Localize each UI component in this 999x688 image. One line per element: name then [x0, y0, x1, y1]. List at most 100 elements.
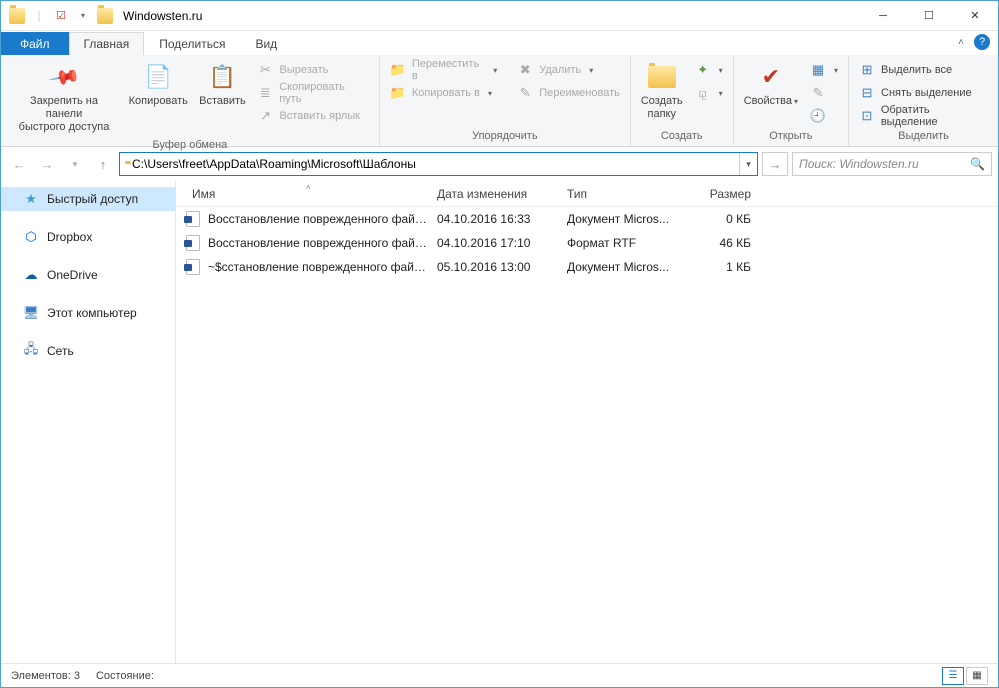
copy-to-button[interactable]: 📁Копировать в▾ — [386, 82, 501, 104]
delete-icon: ✖ — [517, 62, 533, 78]
qat-check-icon[interactable]: ☑ — [53, 8, 69, 24]
edit-icon: ✎ — [810, 85, 826, 101]
cloud-icon: ☁ — [23, 267, 39, 283]
file-row[interactable]: Восстановление поврежденного файл... 04.… — [176, 207, 998, 231]
word-file-icon — [184, 210, 202, 228]
open-icon: ▦ — [810, 62, 826, 78]
chevron-down-icon: ▾ — [589, 66, 593, 75]
maximize-button[interactable]: ☐ — [906, 1, 952, 31]
new-item-icon: ✦ — [695, 62, 711, 78]
window-controls: ─ ☐ ✕ — [860, 1, 998, 31]
history-button[interactable]: 🕘 — [806, 105, 842, 127]
address-dropdown[interactable]: ▾ — [739, 153, 757, 175]
move-to-button[interactable]: 📁Переместить в▾ — [386, 59, 501, 81]
status-bar: Элементов: 3 Состояние: ☰ ▦ — [1, 663, 998, 687]
nav-onedrive[interactable]: ☁OneDrive — [1, 263, 175, 287]
file-name: Восстановление поврежденного файл... — [208, 236, 429, 250]
view-icons-button[interactable]: ▦ — [966, 667, 988, 685]
file-row[interactable]: Восстановление поврежденного файл... 04.… — [176, 231, 998, 255]
new-folder-icon — [646, 61, 678, 93]
sort-arrow-icon: ˄ — [306, 183, 311, 192]
qat-divider: | — [31, 8, 47, 24]
open-button[interactable]: ▦▾ — [806, 59, 842, 81]
column-headers: ˄ Имя Дата изменения Тип Размер — [176, 181, 998, 207]
invert-selection-button[interactable]: ⊡Обратить выделение — [855, 105, 992, 127]
copy-button[interactable]: 📄 Копировать — [125, 59, 191, 137]
easy-access-icon: ⚼ — [695, 85, 711, 101]
nav-quick-access[interactable]: ★Быстрый доступ — [1, 187, 175, 211]
file-row[interactable]: ~$сстановление поврежденного файл... 05.… — [176, 255, 998, 279]
edit-button[interactable]: ✎ — [806, 82, 842, 104]
delete-button[interactable]: ✖Удалить▾ — [513, 59, 624, 81]
properties-button[interactable]: ✔ Свойства▾ — [740, 59, 802, 128]
paste-button[interactable]: 📋 Вставить — [195, 59, 249, 137]
up-button[interactable]: ↑ — [91, 152, 115, 176]
minimize-button[interactable]: ─ — [860, 1, 906, 31]
invert-icon: ⊡ — [859, 108, 875, 124]
copyto-icon: 📁 — [390, 85, 406, 101]
select-all-button[interactable]: ⊞Выделить все — [855, 59, 992, 81]
window-title: Windowsten.ru — [123, 9, 202, 23]
tab-share[interactable]: Поделиться — [144, 32, 240, 55]
history-icon: 🕘 — [810, 108, 826, 124]
col-type[interactable]: Тип — [559, 187, 679, 201]
star-icon: ★ — [23, 191, 39, 207]
new-item-button[interactable]: ✦▾ — [691, 59, 727, 81]
pin-icon: 📌 — [47, 60, 82, 95]
address-row: ← → ▾ ↑ ▾ → 🔍 — [1, 147, 998, 181]
cut-button[interactable]: ✂Вырезать — [253, 59, 372, 81]
collapse-ribbon-icon[interactable]: ˄ — [958, 37, 964, 48]
qat-dropdown-icon[interactable]: ▾ — [75, 8, 91, 24]
search-icon[interactable]: 🔍 — [970, 157, 985, 171]
file-name: ~$сстановление поврежденного файл... — [208, 260, 429, 274]
nav-this-pc[interactable]: 🖥Этот компьютер — [1, 301, 175, 325]
address-bar[interactable]: ▾ — [119, 152, 758, 176]
content: ★Быстрый доступ ⬡Dropbox ☁OneDrive 🖥Этот… — [1, 181, 998, 663]
pin-button[interactable]: 📌 Закрепить на панели быстрого доступа — [7, 59, 121, 137]
status-state: Состояние: — [96, 670, 154, 682]
go-button[interactable]: → — [762, 152, 788, 176]
file-date: 04.10.2016 17:10 — [429, 236, 559, 250]
qat: | ☑ ▾ — [1, 8, 113, 24]
help-icon[interactable]: ? — [974, 34, 990, 50]
address-input[interactable] — [128, 155, 739, 173]
new-folder-button[interactable]: Создать папку — [637, 59, 687, 128]
select-all-icon: ⊞ — [859, 62, 875, 78]
tab-home[interactable]: Главная — [69, 32, 145, 55]
paste-icon: 📋 — [206, 61, 238, 93]
properties-icon: ✔ — [755, 61, 787, 93]
group-new-label: Создать — [637, 128, 727, 144]
search-input[interactable] — [799, 157, 970, 171]
close-button[interactable]: ✕ — [952, 1, 998, 31]
forward-button[interactable]: → — [35, 152, 59, 176]
search-box[interactable]: 🔍 — [792, 152, 992, 176]
file-list: Восстановление поврежденного файл... 04.… — [176, 207, 998, 279]
tab-view[interactable]: Вид — [240, 32, 292, 55]
rename-button[interactable]: ✎Переименовать — [513, 82, 624, 104]
col-date[interactable]: Дата изменения — [429, 187, 559, 201]
recent-button[interactable]: ▾ — [63, 152, 87, 176]
copy-icon: 📄 — [142, 61, 174, 93]
file-size: 1 КБ — [679, 260, 759, 274]
titlebar: | ☑ ▾ Windowsten.ru ─ ☐ ✕ — [1, 1, 998, 31]
network-icon: 🖧 — [23, 343, 39, 359]
select-none-button[interactable]: ⊟Снять выделение — [855, 82, 992, 104]
scissors-icon: ✂ — [257, 62, 273, 78]
easy-access-button[interactable]: ⚼▾ — [691, 82, 727, 104]
file-size: 46 КБ — [679, 236, 759, 250]
status-count: Элементов: 3 — [11, 670, 80, 682]
back-button[interactable]: ← — [7, 152, 31, 176]
view-details-button[interactable]: ☰ — [942, 667, 964, 685]
file-date: 04.10.2016 16:33 — [429, 212, 559, 226]
chevron-down-icon: ▾ — [493, 66, 497, 75]
nav-network[interactable]: 🖧Сеть — [1, 339, 175, 363]
nav-dropbox[interactable]: ⬡Dropbox — [1, 225, 175, 249]
file-date: 05.10.2016 13:00 — [429, 260, 559, 274]
col-size[interactable]: Размер — [679, 187, 759, 201]
tab-file[interactable]: Файл — [1, 32, 69, 55]
file-size: 0 КБ — [679, 212, 759, 226]
copy-path-button[interactable]: ≣Скопировать путь — [253, 82, 372, 104]
nav-pane: ★Быстрый доступ ⬡Dropbox ☁OneDrive 🖥Этот… — [1, 181, 176, 663]
ribbon-tabs: Файл Главная Поделиться Вид ˄ ? — [1, 31, 998, 55]
paste-shortcut-button[interactable]: ↗Вставить ярлык — [253, 105, 372, 127]
